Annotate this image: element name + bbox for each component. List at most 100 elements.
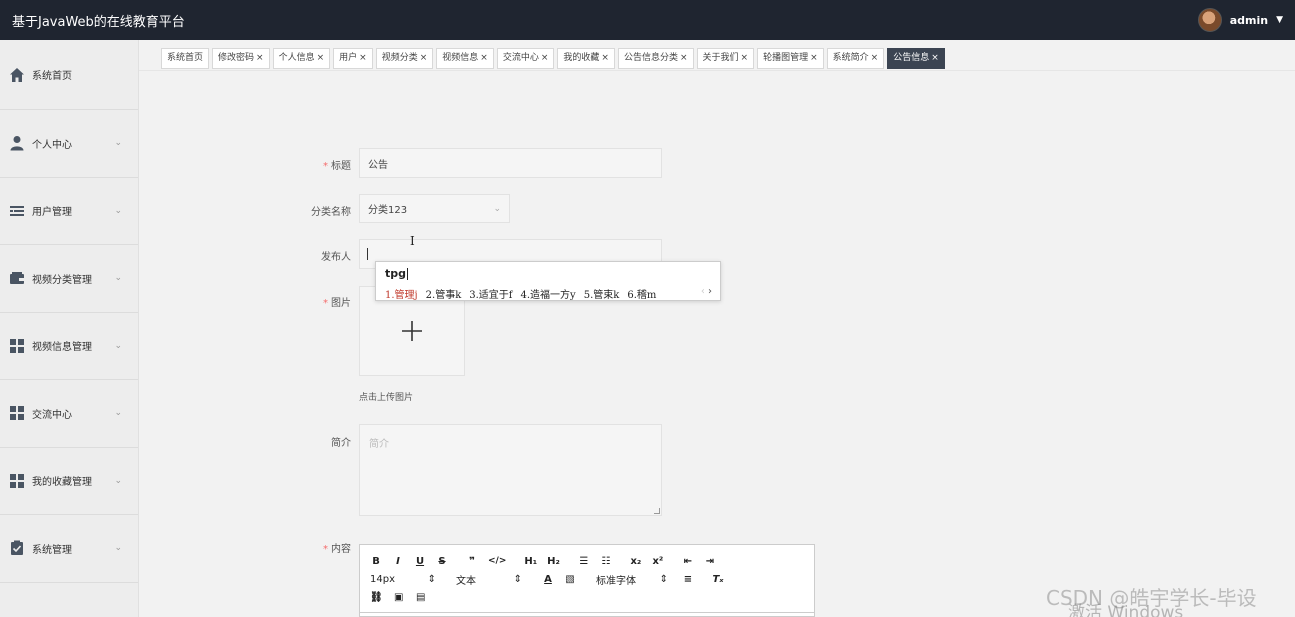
close-icon[interactable]: × [317, 53, 325, 63]
ime-nav[interactable]: ‹ › [701, 286, 712, 297]
grid-icon [8, 404, 26, 422]
close-icon[interactable]: × [680, 53, 688, 63]
app-title: 基于JavaWeb的在线教育平台 [12, 14, 185, 30]
person-icon [8, 134, 26, 152]
sidebar-item-5[interactable]: 交流中心 ⌄ [0, 380, 138, 448]
updown-icon: ⇕ [513, 573, 522, 585]
category-value: 分类123 [368, 205, 408, 216]
tab-10[interactable]: 轮播图管理 × [757, 48, 824, 69]
superscript-icon[interactable]: x² [652, 553, 664, 569]
wallet-icon [8, 269, 26, 287]
activate-windows-text: 激活 Windows [1068, 603, 1184, 617]
background-color-icon[interactable]: ▧ [564, 571, 576, 587]
tab-8[interactable]: 公告信息分类 × [617, 48, 694, 69]
ime-candidates: 1.管理j 2.管事k 3.适宜于f 4.造福一方y 5.管束k 6.稽m [385, 286, 656, 301]
chevron-down-icon: ⌄ [114, 138, 122, 149]
bullet-list-icon[interactable]: ☷ [600, 553, 612, 569]
tab-0[interactable]: 系统首页 [161, 48, 210, 69]
clear-format-icon[interactable]: Tₓ [712, 571, 724, 587]
sidebar-item-7[interactable]: 系统管理 ⌄ [0, 515, 138, 583]
underline-icon[interactable]: U [414, 553, 426, 569]
video-icon[interactable]: ▤ [415, 589, 427, 605]
ime-candidate[interactable]: 2.管事k [426, 286, 462, 301]
tab-label: 关于我们 [702, 53, 739, 63]
indent-icon[interactable]: ⇥ [704, 553, 716, 569]
font-size-select[interactable]: 14px ⇕ [370, 571, 436, 587]
ime-candidate[interactable]: 1.管理j [385, 286, 418, 301]
heading-2-icon[interactable]: H₂ [547, 553, 560, 569]
sidebar-item-0[interactable]: 系统首页 [0, 40, 138, 110]
text-type-select[interactable]: 文本 ⇕ [456, 571, 522, 587]
close-icon[interactable]: × [359, 53, 367, 63]
strikethrough-icon[interactable]: S [436, 553, 448, 569]
ime-candidate[interactable]: 5.管束k [584, 286, 620, 301]
tab-2[interactable]: 个人信息 × [272, 48, 331, 69]
updown-icon: ⇕ [427, 573, 436, 585]
sidebar-item-1[interactable]: 个人中心 ⌄ [0, 110, 138, 178]
ime-candidate[interactable]: 4.造福一方y [521, 286, 576, 301]
tab-4[interactable]: 视频分类 × [375, 48, 434, 69]
tab-label: 我的收藏 [563, 53, 600, 63]
tab-7[interactable]: 我的收藏 × [557, 48, 615, 69]
title-input[interactable]: 公告 [359, 148, 662, 178]
tab-3[interactable]: 用户 × [333, 48, 373, 69]
home-icon [8, 66, 26, 84]
tab-12[interactable]: 公告信息 × [887, 48, 945, 69]
blockquote-icon[interactable]: ❞ [466, 553, 478, 569]
font-family-select[interactable]: 标准字体 ⇕ [596, 571, 668, 587]
sidebar-item-label: 用户管理 [32, 207, 72, 219]
tab-6[interactable]: 交流中心 × [496, 48, 555, 69]
avatar[interactable] [1197, 8, 1222, 32]
grid-icon [8, 337, 26, 355]
caret-down-icon[interactable]: ▼ [1276, 15, 1283, 25]
close-icon[interactable]: × [871, 53, 879, 63]
sidebar-item-4[interactable]: 视频信息管理 ⌄ [0, 313, 138, 380]
sidebar-item-label: 我的收藏管理 [32, 477, 92, 489]
link-icon[interactable]: ⛓ [370, 589, 383, 605]
sidebar: 系统首页 个人中心 ⌄ 用户管理 ⌄ 视频分类管理 ⌄ 视频信息管理 ⌄ 交流中心 ⌄ 我的收藏管理 ⌄… [0, 40, 139, 617]
italic-icon[interactable]: I [392, 553, 404, 569]
tab-bar-divider [139, 70, 1295, 71]
tab-9[interactable]: 关于我们 × [696, 48, 755, 69]
font-size-value: 14px [370, 573, 395, 585]
close-icon[interactable]: × [601, 53, 609, 63]
close-icon[interactable]: × [420, 53, 428, 63]
subscript-icon[interactable]: x₂ [630, 553, 642, 569]
close-icon[interactable]: × [810, 53, 818, 63]
user-menu[interactable]: admin ▼ [1197, 8, 1283, 32]
chevron-left-icon[interactable]: ‹ [701, 286, 705, 297]
code-block-icon[interactable]: </> [488, 553, 506, 569]
tab-1[interactable]: 修改密码 × [212, 48, 270, 69]
sidebar-item-2[interactable]: 用户管理 ⌄ [0, 178, 138, 245]
bold-icon[interactable]: B [370, 553, 382, 569]
sidebar-item-3[interactable]: 视频分类管理 ⌄ [0, 245, 138, 313]
category-select[interactable]: 分类123 ⌄ [359, 194, 510, 223]
close-icon[interactable]: × [931, 53, 939, 63]
username[interactable]: admin [1230, 14, 1268, 27]
ordered-list-icon[interactable]: ☰ [578, 553, 590, 569]
font-color-icon[interactable]: A [542, 571, 554, 587]
close-icon[interactable]: × [541, 53, 549, 63]
editor-content-area[interactable] [360, 612, 814, 613]
intro-textarea[interactable]: 简介 [359, 424, 662, 516]
close-icon[interactable]: × [480, 53, 488, 63]
outdent-icon[interactable]: ⇤ [682, 553, 694, 569]
sidebar-item-6[interactable]: 我的收藏管理 ⌄ [0, 448, 138, 515]
text-type-value: 文本 [456, 575, 476, 587]
tab-5[interactable]: 视频信息 × [436, 48, 494, 69]
ime-candidate[interactable]: 3.适宜于f [469, 286, 512, 301]
heading-1-icon[interactable]: H₁ [524, 553, 537, 569]
rich-text-editor[interactable]: B I U S ❞ </> H₁ H₂ ☰ ☷ x₂ x² ⇤ ⇥ 14px ⇕ … [359, 544, 815, 617]
align-icon[interactable]: ≡ [682, 571, 694, 587]
resize-handle[interactable] [654, 508, 660, 514]
close-icon[interactable]: × [741, 53, 749, 63]
image-icon[interactable]: ▣ [393, 589, 405, 605]
clipboard-check-icon [8, 539, 26, 557]
close-icon[interactable]: × [256, 53, 264, 63]
tab-11[interactable]: 系统简介 × [826, 48, 885, 69]
editor-toolbar-row-2: 14px ⇕ 文本 ⇕ A ▧ 标准字体 ⇕ ≡ Tₓ [370, 571, 734, 587]
ime-candidate[interactable]: 6.稽m [627, 286, 656, 301]
chevron-right-icon[interactable]: › [708, 286, 712, 297]
updown-icon: ⇕ [659, 573, 668, 585]
tab-label: 轮播图管理 [763, 53, 809, 63]
